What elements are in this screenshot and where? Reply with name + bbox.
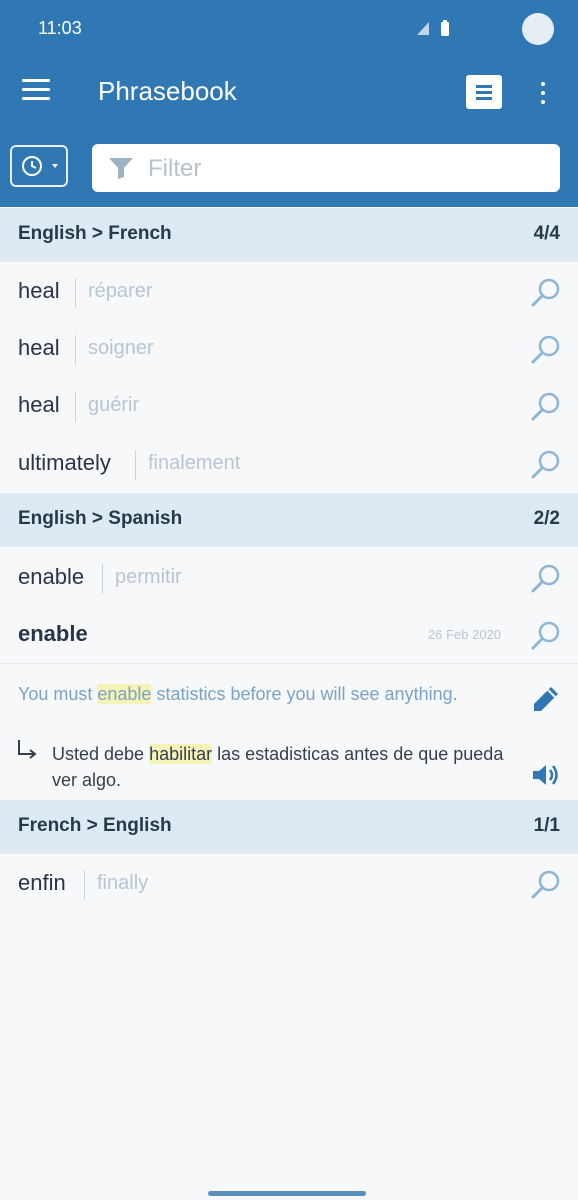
divider bbox=[102, 564, 103, 594]
search-icon[interactable] bbox=[529, 390, 563, 424]
group-header-english-spanish[interactable]: English > Spanish 2/2 bbox=[0, 493, 578, 547]
edit-pencil-icon[interactable] bbox=[531, 684, 561, 714]
list-view-button[interactable] bbox=[466, 75, 502, 109]
divider bbox=[75, 392, 76, 422]
status-bar: 11:03 bbox=[0, 0, 578, 58]
list-item[interactable]: enable permitir bbox=[0, 550, 578, 607]
group-title: French > English bbox=[18, 815, 172, 836]
filter-icon bbox=[109, 158, 133, 179]
list-item[interactable]: enfin finally bbox=[0, 856, 578, 913]
divider bbox=[135, 450, 136, 480]
speaker-icon[interactable] bbox=[530, 760, 562, 790]
history-icon bbox=[22, 156, 42, 176]
navigation-handle[interactable] bbox=[208, 1191, 366, 1196]
divider bbox=[75, 335, 76, 365]
entry-term: heal bbox=[18, 278, 60, 303]
more-options-icon[interactable] bbox=[538, 80, 548, 106]
search-icon[interactable] bbox=[529, 276, 563, 310]
list-item-expanded[interactable]: enable 26 Feb 2020 bbox=[0, 607, 578, 664]
search-icon[interactable] bbox=[529, 448, 563, 482]
example-en-highlight: enable bbox=[97, 684, 152, 704]
entry-date: 26 Feb 2020 bbox=[428, 627, 502, 642]
list-item[interactable]: heal soigner bbox=[0, 321, 578, 378]
entry-term: ultimately bbox=[18, 450, 111, 475]
divider bbox=[84, 870, 85, 900]
search-icon[interactable] bbox=[529, 868, 563, 902]
group-count: 4/4 bbox=[533, 223, 560, 244]
list-icon bbox=[476, 85, 492, 100]
divider bbox=[75, 278, 76, 308]
entry-translation: finally bbox=[97, 872, 149, 894]
example-en-after: statistics before you will see anything. bbox=[151, 684, 458, 704]
filter-box[interactable] bbox=[92, 144, 560, 194]
entry-translation: réparer bbox=[88, 280, 153, 302]
signal-icon bbox=[417, 22, 429, 35]
list-item[interactable]: heal guérir bbox=[0, 378, 578, 435]
entry-translation: permitir bbox=[115, 566, 182, 588]
camera-cutout bbox=[522, 13, 554, 45]
example-es-highlight: habilitar bbox=[149, 744, 213, 764]
entry-term: enable bbox=[18, 621, 88, 646]
app-bar: 11:03 Phrasebook bbox=[0, 0, 578, 207]
group-title: English > Spanish bbox=[18, 508, 183, 529]
group-header-french-english[interactable]: French > English 1/1 bbox=[0, 800, 578, 854]
example-sentence: You must enable statistics before you wi… bbox=[0, 663, 578, 800]
search-icon[interactable] bbox=[529, 562, 563, 596]
status-icons bbox=[415, 18, 455, 43]
example-spanish: Usted debe habilitar las estadisticas an… bbox=[52, 741, 532, 793]
entry-term: heal bbox=[18, 392, 60, 417]
history-filter-dropdown[interactable] bbox=[10, 145, 68, 187]
entry-term: heal bbox=[18, 335, 60, 360]
search-icon[interactable] bbox=[529, 619, 563, 653]
page-title: Phrasebook bbox=[98, 76, 237, 106]
entry-translation: finalement bbox=[148, 452, 241, 474]
entry-term: enfin bbox=[18, 870, 66, 895]
group-title: English > French bbox=[18, 223, 172, 244]
entry-term: enable bbox=[18, 564, 85, 589]
chevron-down-icon bbox=[52, 164, 58, 168]
filter-input[interactable] bbox=[146, 144, 550, 194]
example-en-before: You must bbox=[18, 684, 98, 704]
subdirectory-arrow-icon bbox=[18, 740, 37, 759]
group-count: 2/2 bbox=[533, 508, 560, 529]
list-item[interactable]: ultimately finalement bbox=[0, 436, 578, 493]
status-time: 11:03 bbox=[38, 18, 82, 38]
search-icon[interactable] bbox=[529, 333, 563, 367]
entry-translation: guérir bbox=[88, 394, 140, 416]
example-english: You must enable statistics before you wi… bbox=[18, 681, 498, 707]
hamburger-menu-icon[interactable] bbox=[22, 79, 50, 103]
list-item[interactable]: heal réparer bbox=[0, 264, 578, 321]
group-header-english-french[interactable]: English > French 4/4 bbox=[0, 208, 578, 262]
group-count: 1/1 bbox=[533, 815, 560, 836]
example-es-before: Usted debe bbox=[52, 744, 150, 764]
entry-translation: soigner bbox=[88, 337, 154, 359]
toolbar: Phrasebook bbox=[0, 60, 578, 124]
battery-icon bbox=[441, 20, 449, 36]
